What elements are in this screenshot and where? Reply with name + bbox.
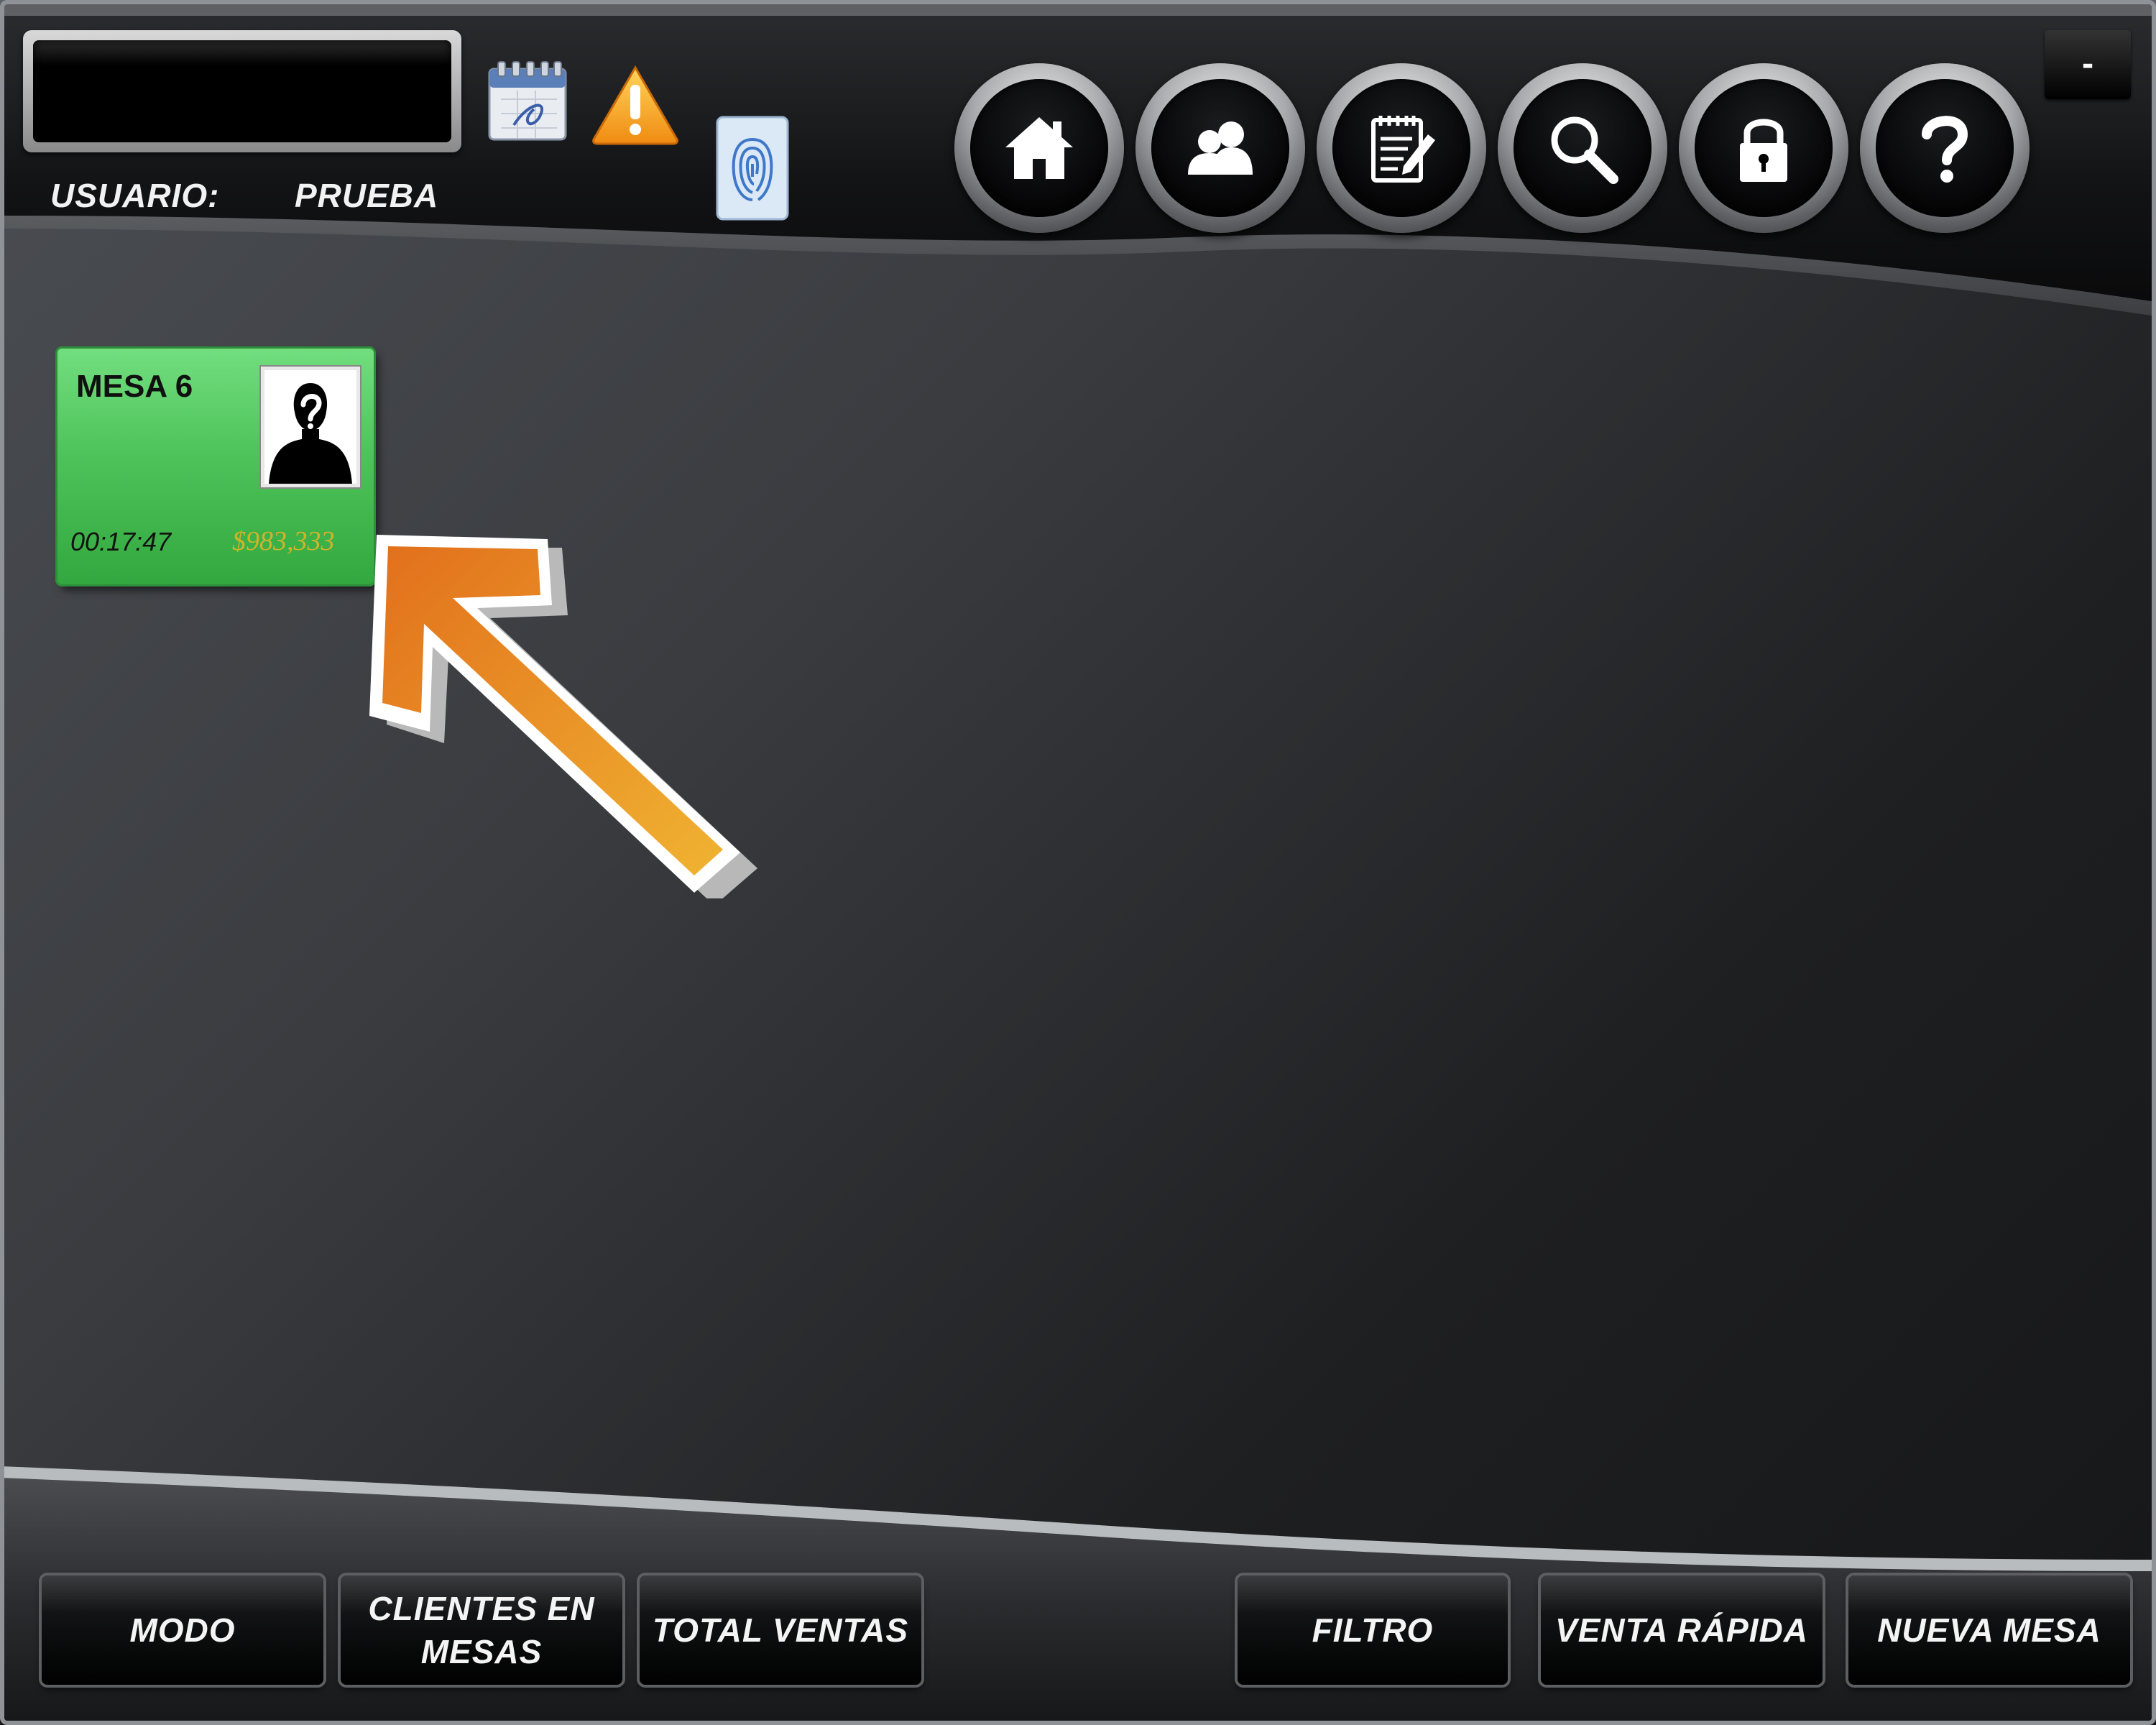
table-name: MESA 6	[76, 369, 193, 404]
display-screen	[33, 40, 451, 142]
user-label: USUARIO:	[50, 177, 220, 214]
home-icon	[1005, 117, 1073, 179]
help-icon	[1922, 116, 1968, 183]
clients-button-core	[1151, 79, 1289, 217]
table-elapsed-time: 00:17:47	[70, 527, 172, 556]
clientes-en-mesas-button[interactable]: CLIENTES EN MESAS	[341, 1576, 622, 1685]
search-icon	[1551, 116, 1618, 184]
filtro-label: FILTRO	[1312, 1611, 1434, 1649]
help-button[interactable]	[1860, 63, 2030, 233]
search-button[interactable]	[1498, 63, 1667, 233]
app-window: USUARIO: PRUEBA - MESA 6 00:17:47 $983,3…	[0, 0, 2156, 1725]
clientes-en-mesas-label: CLIENTES EN MESAS	[368, 1590, 595, 1670]
total-ventas-label: TOTAL VENTAS	[652, 1611, 909, 1649]
modo-button[interactable]: MODO	[42, 1576, 323, 1685]
lock-button[interactable]	[1679, 63, 1848, 233]
lock-icon	[1740, 119, 1787, 182]
user-value: PRUEBA	[295, 177, 439, 214]
display-panel	[23, 30, 461, 152]
help-button-core	[1876, 79, 2014, 217]
footer-bar	[0, 1466, 2156, 1725]
venta-rapida-button[interactable]: VENTA RÁPIDA	[1541, 1576, 1823, 1685]
filtro-button[interactable]: FILTRO	[1238, 1576, 1508, 1685]
home-button[interactable]	[954, 63, 1124, 233]
nueva-mesa-button[interactable]: NUEVA MESA	[1848, 1576, 2130, 1685]
pointer-arrow-icon	[369, 535, 757, 898]
notes-icon	[1371, 116, 1435, 183]
table-total-amount: $983,333	[232, 526, 335, 556]
clients-icon	[1188, 121, 1253, 175]
calendar-icon[interactable]	[485, 59, 570, 144]
modo-button-label: MODO	[129, 1611, 236, 1649]
notes-button[interactable]	[1317, 63, 1486, 233]
total-ventas-button[interactable]: TOTAL VENTAS	[640, 1576, 921, 1685]
notes-button-core	[1332, 79, 1470, 217]
nueva-mesa-label: NUEVA MESA	[1877, 1611, 2101, 1649]
client-photo	[264, 370, 356, 484]
venta-rapida-label: VENTA RÁPIDA	[1555, 1611, 1808, 1649]
table-card-mesa-6[interactable]: MESA 6 00:17:47 $983,333	[57, 349, 374, 584]
minimize-button[interactable]: -	[2045, 30, 2131, 99]
fingerprint-icon[interactable]	[715, 115, 790, 221]
unknown-person-icon	[269, 383, 352, 484]
search-button-core	[1514, 79, 1651, 217]
home-button-core	[970, 79, 1108, 217]
clients-button[interactable]	[1135, 63, 1305, 233]
warning-icon[interactable]	[589, 63, 681, 147]
lock-button-core	[1695, 79, 1833, 217]
